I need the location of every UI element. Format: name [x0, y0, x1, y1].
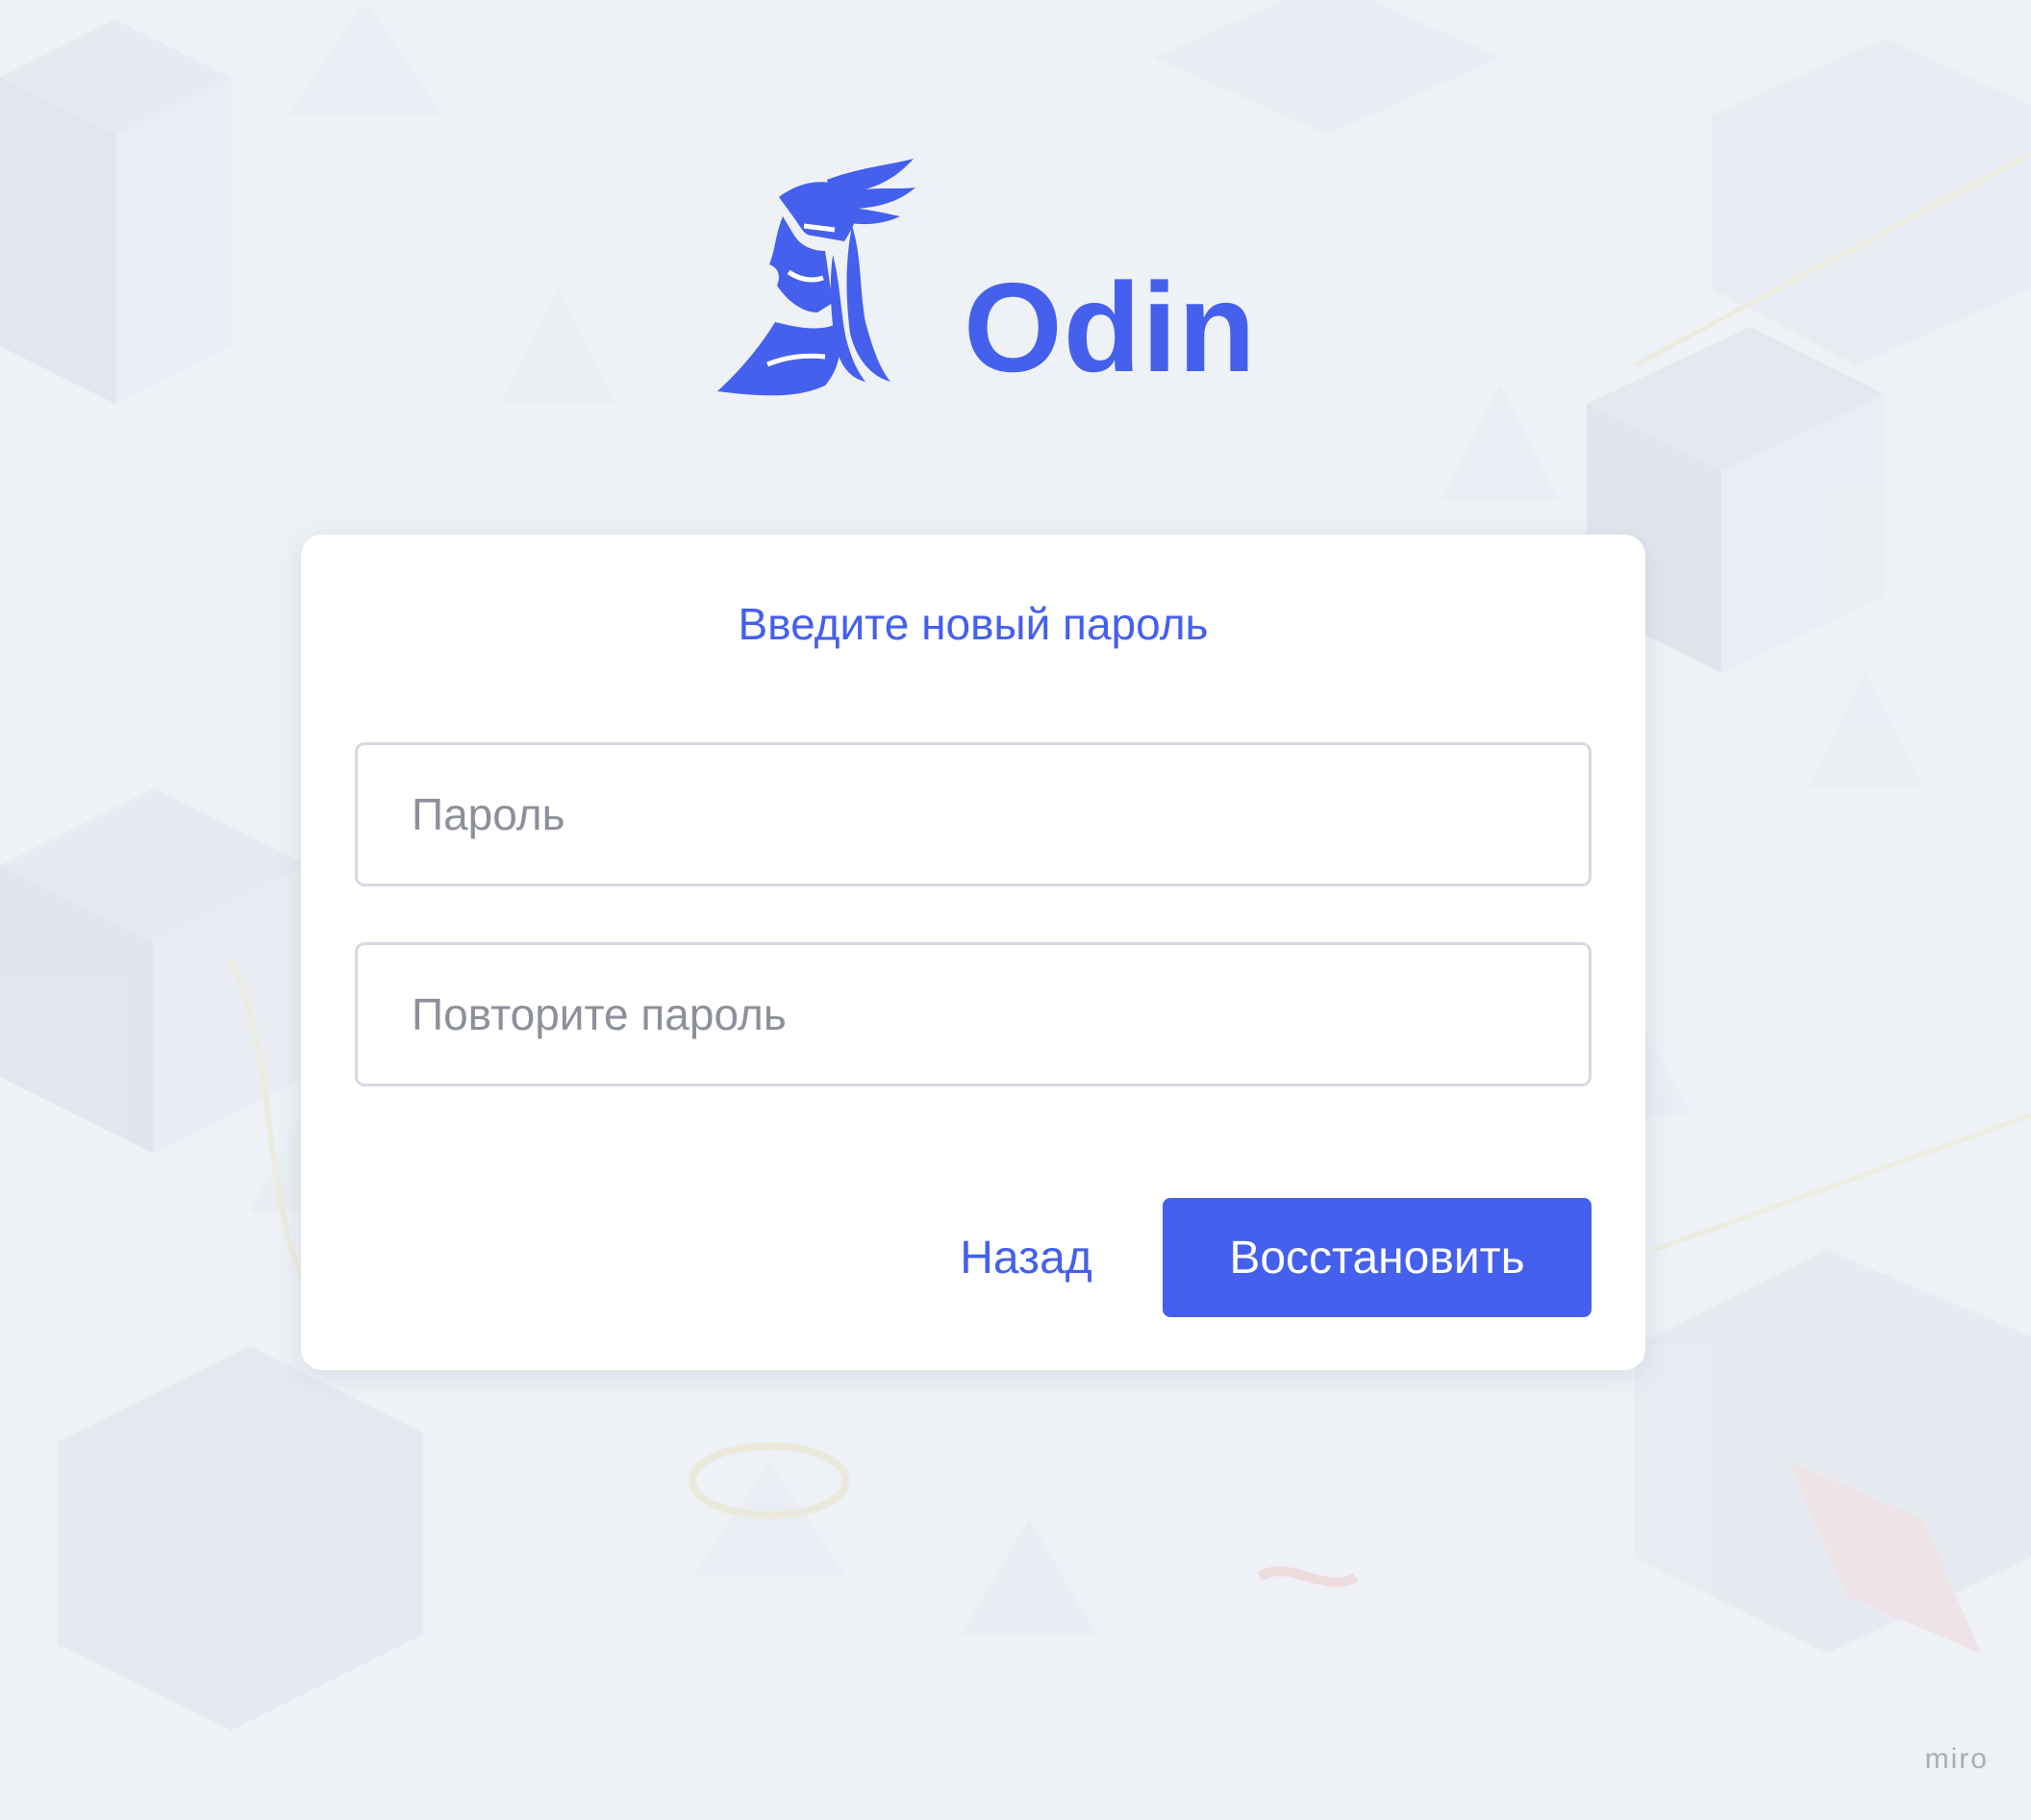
repeat-password-input[interactable]	[355, 942, 1592, 1086]
viking-head-logo-icon	[712, 159, 962, 409]
back-button[interactable]: Назад	[924, 1198, 1128, 1317]
watermark: miro	[1924, 1743, 1989, 1775]
brand-name: Odin	[964, 257, 1257, 398]
restore-button[interactable]: Восстановить	[1163, 1198, 1592, 1317]
form-title: Введите новый пароль	[738, 599, 1209, 649]
password-input[interactable]	[355, 742, 1592, 886]
reset-password-card: Введите новый пароль Назад Восстановить	[301, 535, 1645, 1370]
logo: Odin	[712, 159, 1256, 409]
